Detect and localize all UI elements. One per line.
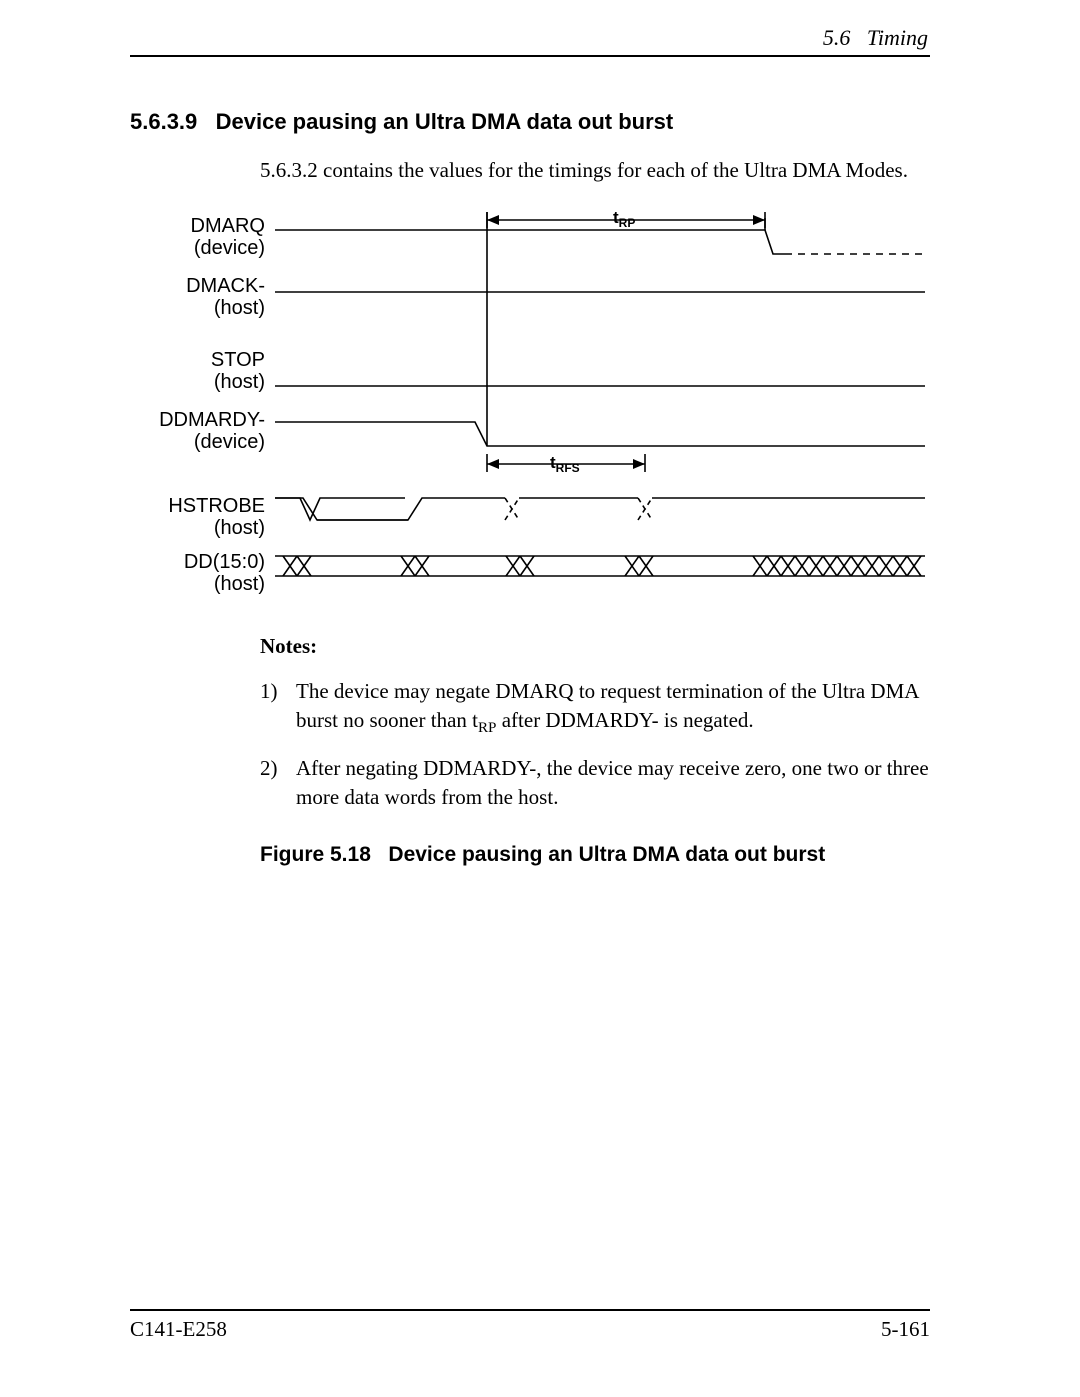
notes-block: Notes: 1) The device may negate DMARQ to…: [260, 634, 930, 815]
signal-label-ddmardy: DDMARDY-: [159, 409, 265, 431]
section-intro: 5.6.3.2 contains the values for the timi…: [260, 157, 930, 184]
signal-origin-hstrobe: (host): [214, 517, 265, 539]
section-number: 5.6.3.9: [130, 109, 197, 134]
footer-page-number: 5-161: [881, 1317, 930, 1342]
signal-label-dd: DD(15:0): [184, 551, 265, 573]
note-text: The device may negate DMARQ to request t…: [296, 677, 930, 738]
notes-heading: Notes:: [260, 634, 930, 659]
signal-origin-dmack: (host): [214, 297, 265, 319]
signal-label-hstrobe: HSTROBE: [168, 495, 265, 517]
note-number: 1): [260, 677, 296, 738]
note-text: After negating DDMARDY-, the device may …: [296, 754, 930, 815]
note-number: 2): [260, 754, 296, 815]
signal-label-dmarq: DMARQ: [191, 215, 265, 237]
section-heading: 5.6.3.9 Device pausing an Ultra DMA data…: [130, 109, 930, 135]
timing-param-trfs: tRFS: [550, 453, 580, 475]
figure-label: Figure 5.18: [260, 843, 371, 866]
signal-origin-dmarq: (device): [194, 237, 265, 259]
footer-doc-id: C141-E258: [130, 1317, 227, 1342]
header-rule: [130, 55, 930, 57]
note-item: 1) The device may negate DMARQ to reques…: [260, 677, 930, 738]
signal-origin-ddmardy: (device): [194, 431, 265, 453]
timing-param-trp: tRP: [613, 208, 635, 230]
figure-title: Device pausing an Ultra DMA data out bur…: [388, 843, 825, 866]
timing-diagram: DMARQ (device) DMACK- (host) STOP (host)…: [125, 206, 930, 606]
section-title: Device pausing an Ultra DMA data out bur…: [216, 109, 674, 134]
figure-caption: Figure 5.18 Device pausing an Ultra DMA …: [260, 843, 930, 867]
page-footer: C141-E258 5-161: [130, 1309, 930, 1342]
note-item: 2) After negating DDMARDY-, the device m…: [260, 754, 930, 815]
running-header: 5.6 Timing: [130, 25, 930, 51]
signal-label-dmack: DMACK-: [186, 275, 265, 297]
signal-label-stop: STOP: [211, 349, 265, 371]
signal-origin-stop: (host): [214, 371, 265, 393]
header-section-name: Timing: [867, 25, 928, 50]
header-section-ref: 5.6: [823, 25, 851, 50]
signal-origin-dd: (host): [214, 573, 265, 595]
